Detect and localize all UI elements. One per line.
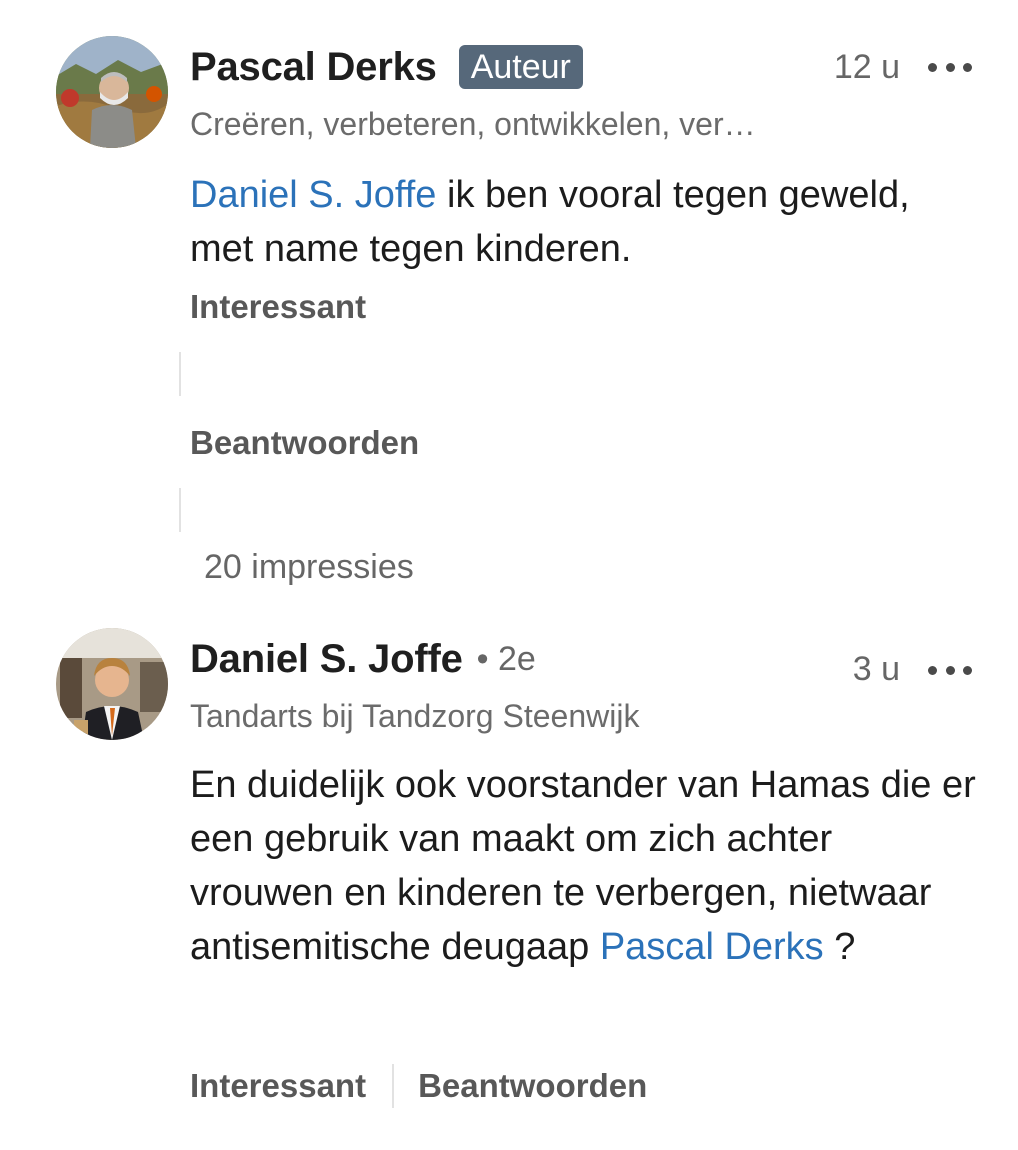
mention-link[interactable]: Daniel S. Joffe — [190, 174, 436, 216]
author-name[interactable]: Pascal Derks — [190, 45, 437, 90]
avatar-photo-pascal — [56, 36, 168, 148]
comment-thread: Pascal Derks Auteur 12 u Creëren, verbet… — [0, 0, 1018, 1150]
author-row: Pascal Derks Auteur — [190, 40, 583, 94]
reply-button[interactable]: Beantwoorden — [418, 1067, 647, 1105]
divider — [179, 352, 181, 396]
like-button[interactable]: Interessant — [190, 288, 366, 326]
author-headline: Tandarts bij Tandzorg Steenwijk — [190, 698, 640, 734]
author-badge: Auteur — [458, 45, 583, 89]
mention-link[interactable]: Pascal Derks — [600, 926, 824, 968]
author-row: Daniel S. Joffe • 2e — [190, 632, 536, 686]
comment-text: Daniel S. Joffe ik ben vooral tegen gewe… — [190, 168, 980, 276]
divider — [392, 1064, 395, 1108]
avatar-photo-daniel — [56, 628, 168, 740]
comment-text-end: ? — [823, 926, 856, 968]
like-button[interactable]: Interessant — [190, 1067, 366, 1105]
author-name[interactable]: Daniel S. Joffe — [190, 637, 463, 682]
divider — [179, 488, 181, 532]
author-headline: Creëren, verbeteren, ontwikkelen, ver… — [190, 106, 756, 142]
timestamp: 12 u — [833, 48, 900, 86]
avatar[interactable] — [56, 36, 168, 148]
avatar[interactable] — [56, 628, 168, 740]
comment-text: En duidelijk ook voorstander van Hamas d… — [190, 758, 980, 974]
reply-button[interactable]: Beantwoorden — [190, 424, 419, 462]
more-options-icon[interactable] — [928, 57, 972, 77]
timestamp: 3 u — [852, 650, 900, 688]
comment-actions: Interessant Beantwoorden — [190, 1064, 647, 1108]
comment-text-content: En duidelijk ook voorstander van Hamas d… — [190, 764, 976, 968]
impressions-count: 20 impressies — [204, 548, 414, 586]
connection-degree: • 2e — [476, 639, 536, 678]
more-options-icon[interactable] — [928, 660, 972, 680]
